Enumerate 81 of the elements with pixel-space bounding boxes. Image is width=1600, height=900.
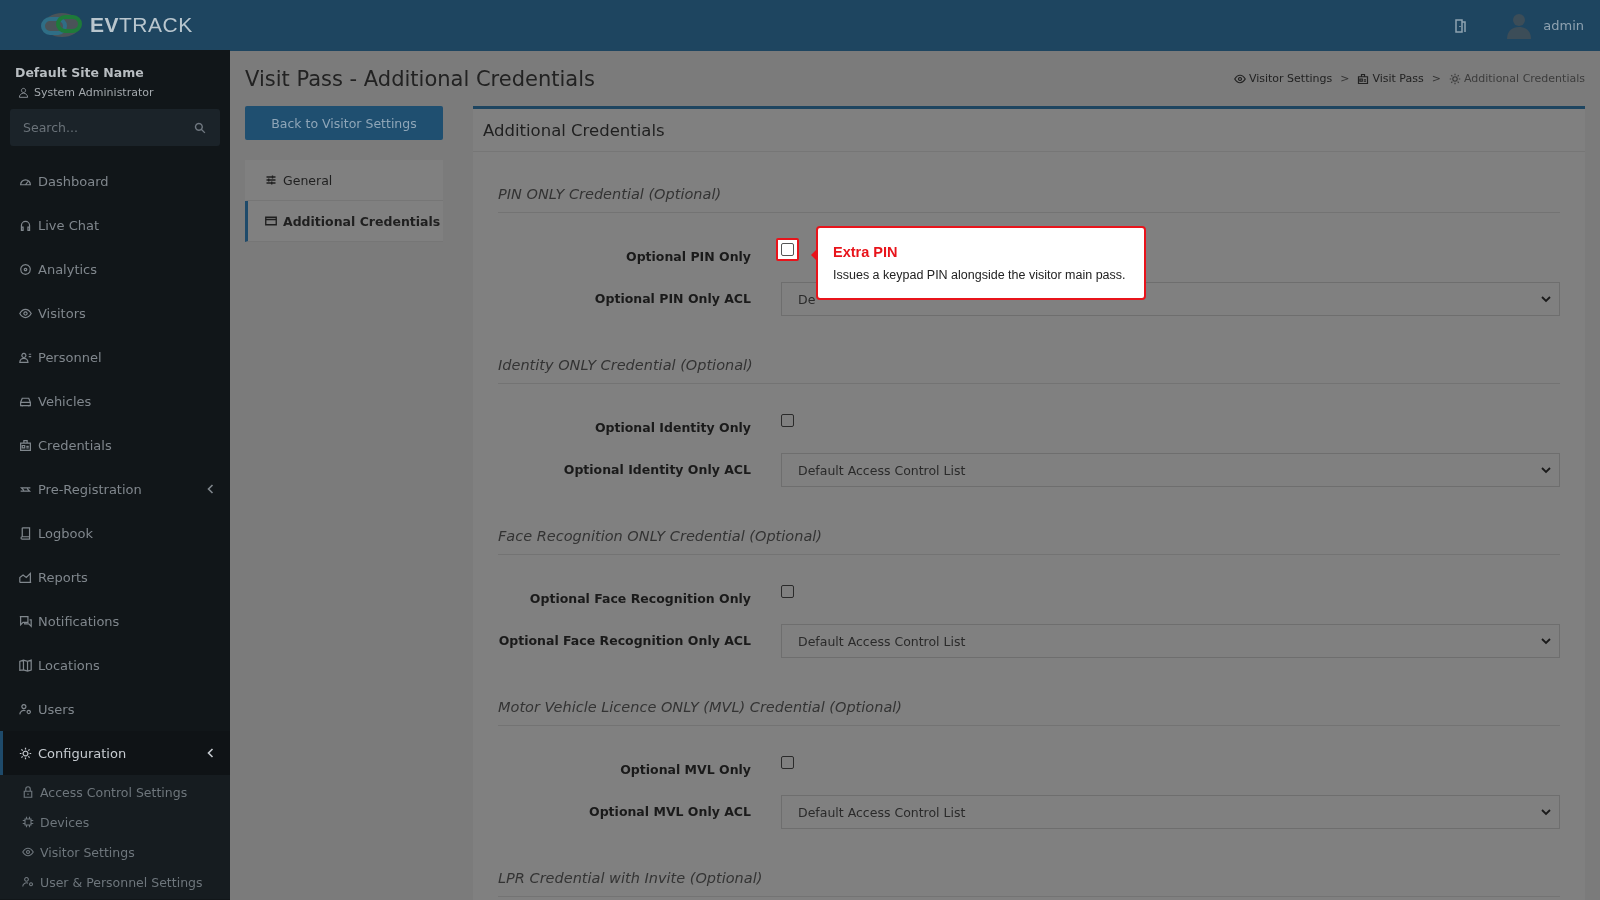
field-label: Optional PIN Only ACL bbox=[593, 289, 751, 306]
submenu-item[interactable]: Access Control Settings bbox=[0, 777, 230, 807]
menu-item[interactable]: Vehicles bbox=[0, 379, 230, 423]
field-label: Optional PIN Only bbox=[625, 247, 751, 264]
brand-name: EVTRACK bbox=[90, 13, 193, 37]
id-card-icon bbox=[19, 438, 32, 452]
select-field[interactable]: De bbox=[781, 282, 1560, 316]
field-label: Optional Face Recognition Only bbox=[528, 589, 751, 606]
menu-item[interactable]: Logbook bbox=[0, 511, 230, 555]
field-label: Optional Identity Only bbox=[593, 418, 751, 435]
menu-item[interactable]: Users bbox=[0, 687, 230, 731]
select-field[interactable]: Default Access Control List bbox=[781, 624, 1560, 658]
tooltip-text: Issues a keypad PIN alongside the visitor main pass. bbox=[833, 267, 1127, 282]
lock-icon bbox=[22, 786, 34, 798]
eye-icon bbox=[19, 306, 32, 320]
section-title: Face Recognition ONLY Credential (Optional) bbox=[498, 516, 1560, 555]
menu-item[interactable]: Dashboard bbox=[0, 159, 230, 203]
person-icon bbox=[19, 350, 32, 364]
submenu-item[interactable]: Devices bbox=[0, 807, 230, 837]
card-icon bbox=[265, 215, 277, 227]
menu-item[interactable]: Credentials bbox=[0, 423, 230, 467]
checkbox[interactable] bbox=[781, 755, 794, 769]
dropdown-icon bbox=[1541, 466, 1551, 474]
menu-item[interactable]: Live Chat bbox=[0, 203, 230, 247]
settings-tab[interactable]: General bbox=[245, 160, 443, 201]
section-title: Motor Vehicle Licence ONLY (MVL) Credential (Optional) bbox=[498, 687, 1560, 726]
section-title: Identity ONLY Credential (Optional) bbox=[498, 345, 1560, 384]
chat-icon bbox=[19, 614, 32, 628]
breadcrumb-link[interactable]: Visit Pass bbox=[1357, 72, 1424, 85]
menu-item[interactable]: Pre-Registration bbox=[0, 467, 230, 511]
chart-icon bbox=[19, 570, 32, 584]
checkbox[interactable] bbox=[781, 413, 794, 427]
user-icon bbox=[18, 87, 29, 98]
search-icon bbox=[194, 122, 206, 134]
back-button[interactable]: Back to Visitor Settings bbox=[245, 106, 443, 140]
menu-item[interactable]: Visitors bbox=[0, 291, 230, 335]
section-title: PIN ONLY Credential (Optional) bbox=[498, 174, 1560, 213]
eye-icon bbox=[1233, 72, 1246, 85]
select-field[interactable]: Default Access Control List bbox=[781, 795, 1560, 829]
submenu-item[interactable]: User & Personnel Settings bbox=[0, 867, 230, 897]
checkbox[interactable] bbox=[781, 242, 794, 256]
field-label: Optional Identity Only ACL bbox=[562, 460, 751, 477]
dropdown-icon bbox=[1541, 637, 1551, 645]
eye-icon bbox=[22, 846, 34, 858]
checkbox[interactable] bbox=[781, 584, 794, 598]
map-icon bbox=[19, 658, 32, 672]
search-field[interactable]: Search... bbox=[10, 109, 220, 146]
target-icon bbox=[19, 262, 32, 276]
user-gear-icon bbox=[22, 876, 34, 888]
menu-item[interactable]: Analytics bbox=[0, 247, 230, 291]
tooltip-title: Extra PIN bbox=[833, 243, 899, 260]
user-gear-icon bbox=[19, 702, 32, 716]
id-card-icon bbox=[1357, 72, 1370, 85]
menu-item[interactable]: Notifications bbox=[0, 599, 230, 643]
card-title: Additional Credentials bbox=[483, 120, 665, 140]
menu-item[interactable]: Reports bbox=[0, 555, 230, 599]
headset-icon bbox=[19, 218, 32, 232]
user-name[interactable]: admin bbox=[1543, 18, 1584, 33]
menu-item[interactable]: Personnel bbox=[0, 335, 230, 379]
dropdown-icon bbox=[1541, 808, 1551, 816]
submenu-item[interactable]: Visitor Settings bbox=[0, 837, 230, 867]
chip-icon bbox=[22, 816, 34, 828]
gear-icon bbox=[1448, 72, 1461, 85]
dropdown-icon bbox=[1541, 295, 1551, 303]
settings-tab[interactable]: Additional Credentials bbox=[245, 201, 443, 242]
menu-item[interactable]: Locations bbox=[0, 643, 230, 687]
book-icon bbox=[19, 526, 32, 540]
breadcrumb-link[interactable]: Visitor Settings bbox=[1233, 72, 1333, 85]
gear-icon bbox=[19, 746, 32, 760]
field-label: Optional MVL Only bbox=[619, 760, 751, 777]
site-name: Default Site Name bbox=[14, 64, 145, 80]
section-title: LPR Credential with Invite (Optional) bbox=[498, 858, 1560, 897]
door-icon[interactable] bbox=[1455, 18, 1468, 33]
user-role: System Administrator bbox=[34, 86, 154, 99]
breadcrumb-separator: > bbox=[1340, 72, 1350, 85]
field-label: Optional Face Recognition Only ACL bbox=[498, 631, 751, 648]
select-field[interactable]: Default Access Control List bbox=[781, 453, 1560, 487]
field-label: Optional MVL Only ACL bbox=[588, 802, 751, 819]
page-title: Visit Pass - Additional Credentials bbox=[245, 66, 595, 91]
breadcrumb-separator: > bbox=[1431, 72, 1441, 85]
sliders-icon bbox=[265, 174, 277, 186]
